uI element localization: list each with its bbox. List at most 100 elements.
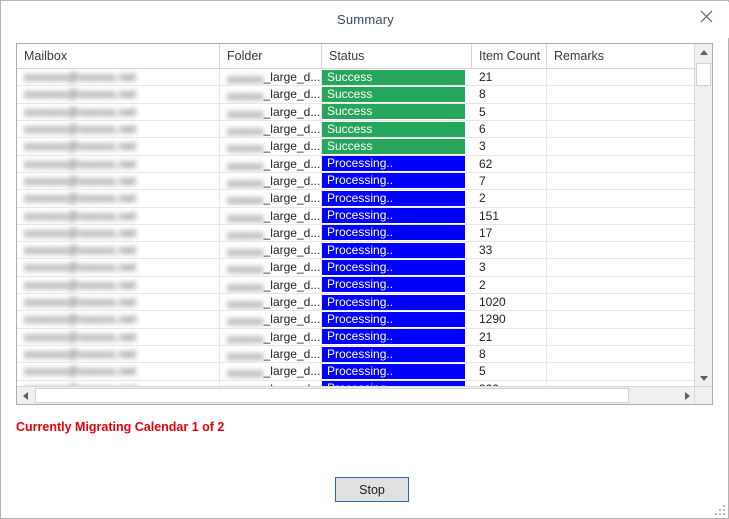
cell-mailbox: xxxxxxx@xxxxxx.net	[17, 86, 220, 103]
title-bar: Summary	[2, 2, 729, 38]
table-row[interactable]: xxxxxxx@xxxxxx.net xxxxxx_large_d...Proce…	[17, 346, 696, 364]
folder-name-text: _large_d...	[263, 329, 321, 344]
cell-folder: xxxxxx_large_d...	[220, 190, 322, 207]
cell-item-count: 151	[472, 207, 547, 224]
column-header-item-count[interactable]: Item Count	[472, 44, 547, 68]
cell-mailbox: xxxxxxx@xxxxxx.net	[17, 311, 220, 328]
folder-name-text: _large_d...	[263, 70, 321, 84]
cell-folder: xxxxxx_large_d...	[220, 172, 322, 190]
cell-remarks	[547, 156, 696, 172]
status-badge: Processing..	[322, 225, 465, 241]
resize-grip-icon[interactable]	[712, 502, 725, 515]
folder-name-text: _large_d...	[263, 225, 321, 240]
cell-remarks	[547, 311, 696, 327]
cell-folder: xxxxxx_large_d...	[220, 294, 322, 311]
redacted-mailbox-text: xxxxxxx@xxxxxx.net	[24, 70, 136, 84]
vertical-scrollbar[interactable]	[694, 44, 712, 387]
folder-name-text: _large_d...	[263, 312, 321, 327]
redacted-folder-prefix-text: xxxxxx	[227, 349, 264, 363]
status-badge: Processing..	[322, 329, 465, 345]
status-badge: Processing..	[322, 208, 465, 224]
redacted-mailbox-text: xxxxxxx@xxxxxx.net	[24, 277, 136, 292]
cell-item-count: 21	[472, 328, 547, 345]
status-badge: Processing..	[322, 260, 465, 276]
redacted-mailbox-text: xxxxxxx@xxxxxx.net	[24, 208, 136, 223]
folder-name-text: _large_d...	[263, 347, 321, 361]
folder-name-text: _large_d...	[263, 156, 321, 171]
redacted-folder-prefix-text: xxxxxx	[227, 193, 264, 207]
table-row[interactable]: xxxxxxx@xxxxxx.net xxxxxx_large_d...Proce…	[17, 155, 696, 173]
redacted-folder-prefix-text: xxxxxx	[227, 89, 264, 103]
table-row[interactable]: xxxxxxx@xxxxxx.net xxxxxx_large_d... Succe…	[17, 103, 696, 121]
cell-remarks	[547, 121, 696, 137]
status-badge: Success	[322, 69, 465, 85]
cell-folder: xxxxxx_large_d...	[220, 207, 322, 224]
cell-status: Processing..	[322, 208, 472, 224]
table-header-row: Mailbox Folder Status Item Count Remarks	[17, 44, 696, 69]
redacted-mailbox-text: xxxxxxx@xxxxxx.net	[24, 347, 136, 361]
cell-remarks	[547, 329, 696, 345]
scrollbar-corner	[694, 386, 712, 404]
column-header-status[interactable]: Status	[322, 44, 472, 68]
cell-item-count: 1020	[472, 294, 547, 311]
table-row[interactable]: xxxxxxx@xxxxxx.net xxxxxx_large_d... Succe…	[17, 86, 696, 104]
cell-item-count: 33	[472, 242, 547, 259]
cell-status: Processing..	[322, 225, 472, 241]
column-header-folder[interactable]: Folder	[220, 44, 322, 68]
table-row[interactable]: xxxxxxx@xxxxxx.net xxxxxx_large_d...Proce…	[17, 294, 696, 312]
table-row[interactable]: xxxxxxx@xxxxxx.net xxxxxx_large_d...Proce…	[17, 311, 696, 329]
cell-remarks	[547, 69, 696, 85]
vertical-scrollbar-thumb[interactable]	[696, 63, 711, 86]
table-row[interactable]: xxxxxxx@xxxxxx.net xxxxxx_large_d... Succe…	[17, 120, 696, 139]
redacted-mailbox-text: xxxxxxx@xxxxxx.net	[24, 121, 136, 136]
summary-dialog-window: Summary Mailbox Folder Status Item Count…	[0, 0, 729, 519]
cell-status: Processing..	[322, 311, 472, 327]
cell-folder: xxxxxx_large_d...	[220, 155, 322, 172]
cell-remarks	[547, 138, 696, 154]
cell-status: Success	[322, 86, 472, 102]
cell-item-count: 17	[472, 224, 547, 242]
redacted-mailbox-text: xxxxxxx@xxxxxx.net	[24, 295, 136, 310]
table-row[interactable]: xxxxxxx@xxxxxx.net xxxxxx_large_d...Proce…	[17, 242, 696, 260]
migration-status-text: Currently Migrating Calendar 1 of 2	[16, 420, 225, 434]
table-row[interactable]: xxxxxxx@xxxxxx.net xxxxxx_large_d...Proce…	[17, 172, 696, 191]
redacted-folder-prefix-text: xxxxxx	[227, 262, 264, 276]
table-row[interactable]: xxxxxxx@xxxxxx.net xxxxxx_large_d...Proce…	[17, 363, 696, 381]
cell-status: Processing..	[322, 329, 472, 345]
horizontal-scrollbar-thumb[interactable]	[35, 388, 629, 403]
table-row[interactable]: xxxxxxx@xxxxxx.net xxxxxx_large_d...Proce…	[17, 328, 696, 346]
table-row[interactable]: xxxxxxx@xxxxxx.net xxxxxx_large_d... Succe…	[17, 69, 696, 87]
cell-mailbox: xxxxxxx@xxxxxx.net	[17, 294, 220, 311]
folder-name-text: _large_d...	[263, 191, 321, 206]
cell-item-count: 1290	[472, 311, 547, 328]
horizontal-scrollbar[interactable]	[17, 386, 696, 404]
table-row[interactable]: xxxxxxx@xxxxxx.net xxxxxx_large_d... Succe…	[17, 138, 696, 156]
table-row[interactable]: xxxxxxx@xxxxxx.net xxxxxx_large_d...Proce…	[17, 259, 696, 277]
status-badge: Success	[322, 138, 465, 154]
cell-mailbox: xxxxxxx@xxxxxx.net	[17, 103, 220, 120]
folder-name-text: _large_d...	[263, 243, 321, 258]
redacted-mailbox-text: xxxxxxx@xxxxxx.net	[24, 87, 136, 102]
triangle-left-icon[interactable]	[17, 387, 34, 404]
redacted-folder-prefix-text: xxxxxx	[227, 175, 264, 190]
close-icon[interactable]	[689, 3, 723, 29]
redacted-mailbox-text: xxxxxxx@xxxxxx.net	[24, 243, 136, 258]
triangle-up-icon[interactable]	[695, 44, 712, 61]
status-badge: Success	[322, 86, 465, 102]
redacted-mailbox-text: xxxxxxx@xxxxxx.net	[24, 139, 136, 154]
table-row[interactable]: xxxxxxx@xxxxxx.net xxxxxx_large_d...Proce…	[17, 224, 696, 243]
redacted-folder-prefix-text: xxxxxx	[227, 314, 264, 328]
cell-folder: xxxxxx_large_d...	[220, 120, 322, 138]
triangle-down-icon[interactable]	[695, 370, 712, 387]
column-header-remarks[interactable]: Remarks	[547, 44, 696, 68]
table-row[interactable]: xxxxxxx@xxxxxx.net xxxxxx_large_d...Proce…	[17, 207, 696, 225]
cell-remarks	[547, 173, 696, 189]
table-row[interactable]: xxxxxxx@xxxxxx.net xxxxxx_large_d...Proce…	[17, 276, 696, 295]
stop-button[interactable]: Stop	[335, 477, 409, 502]
cell-item-count: 6	[472, 120, 547, 138]
redacted-folder-prefix-text: xxxxxx	[227, 123, 264, 138]
cell-mailbox: xxxxxxx@xxxxxx.net	[17, 172, 220, 190]
cell-item-count: 2	[472, 276, 547, 294]
column-header-mailbox[interactable]: Mailbox	[17, 44, 220, 68]
table-row[interactable]: xxxxxxx@xxxxxx.net xxxxxx_large_d...Proce…	[17, 190, 696, 208]
